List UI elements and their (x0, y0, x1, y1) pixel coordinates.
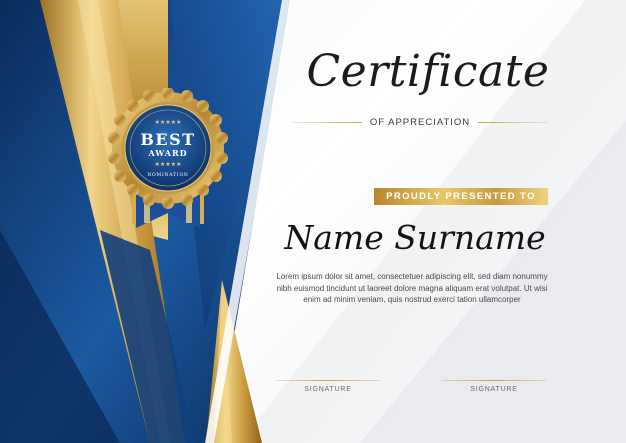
subtitle-divider-right (478, 121, 548, 123)
signature-label-left: SIGNATURE (304, 386, 352, 393)
subtitle-row: OF APPRECIATION (292, 115, 548, 129)
certificate-description: Lorem ipsum dolor sit amet, consectetuer… (276, 272, 548, 304)
badge-title: BEST (140, 130, 195, 149)
certificate-page: ★★★★★ BEST AWARD ★★★★★ NOMINATION Certif… (0, 0, 626, 443)
signature-line-left (276, 380, 380, 381)
signature-label-right: SIGNATURE (470, 386, 518, 393)
certificate-title: Certificate (306, 46, 550, 97)
badge-subtitle: AWARD (147, 148, 187, 158)
award-badge: ★★★★★ BEST AWARD ★★★★★ NOMINATION (108, 88, 228, 228)
badge-caption: NOMINATION (147, 172, 188, 178)
recipient-name: Name Surname (284, 218, 546, 257)
badge-stars-bottom: ★★★★★ (155, 161, 182, 168)
certificate-subtitle: OF APPRECIATION (369, 116, 471, 128)
subtitle-divider-left (292, 121, 362, 123)
signature-line-right (442, 380, 546, 381)
presented-to-banner: PROUDLY PRESENTED TO (374, 188, 548, 205)
badge-stars-top: ★★★★★ (155, 119, 182, 126)
